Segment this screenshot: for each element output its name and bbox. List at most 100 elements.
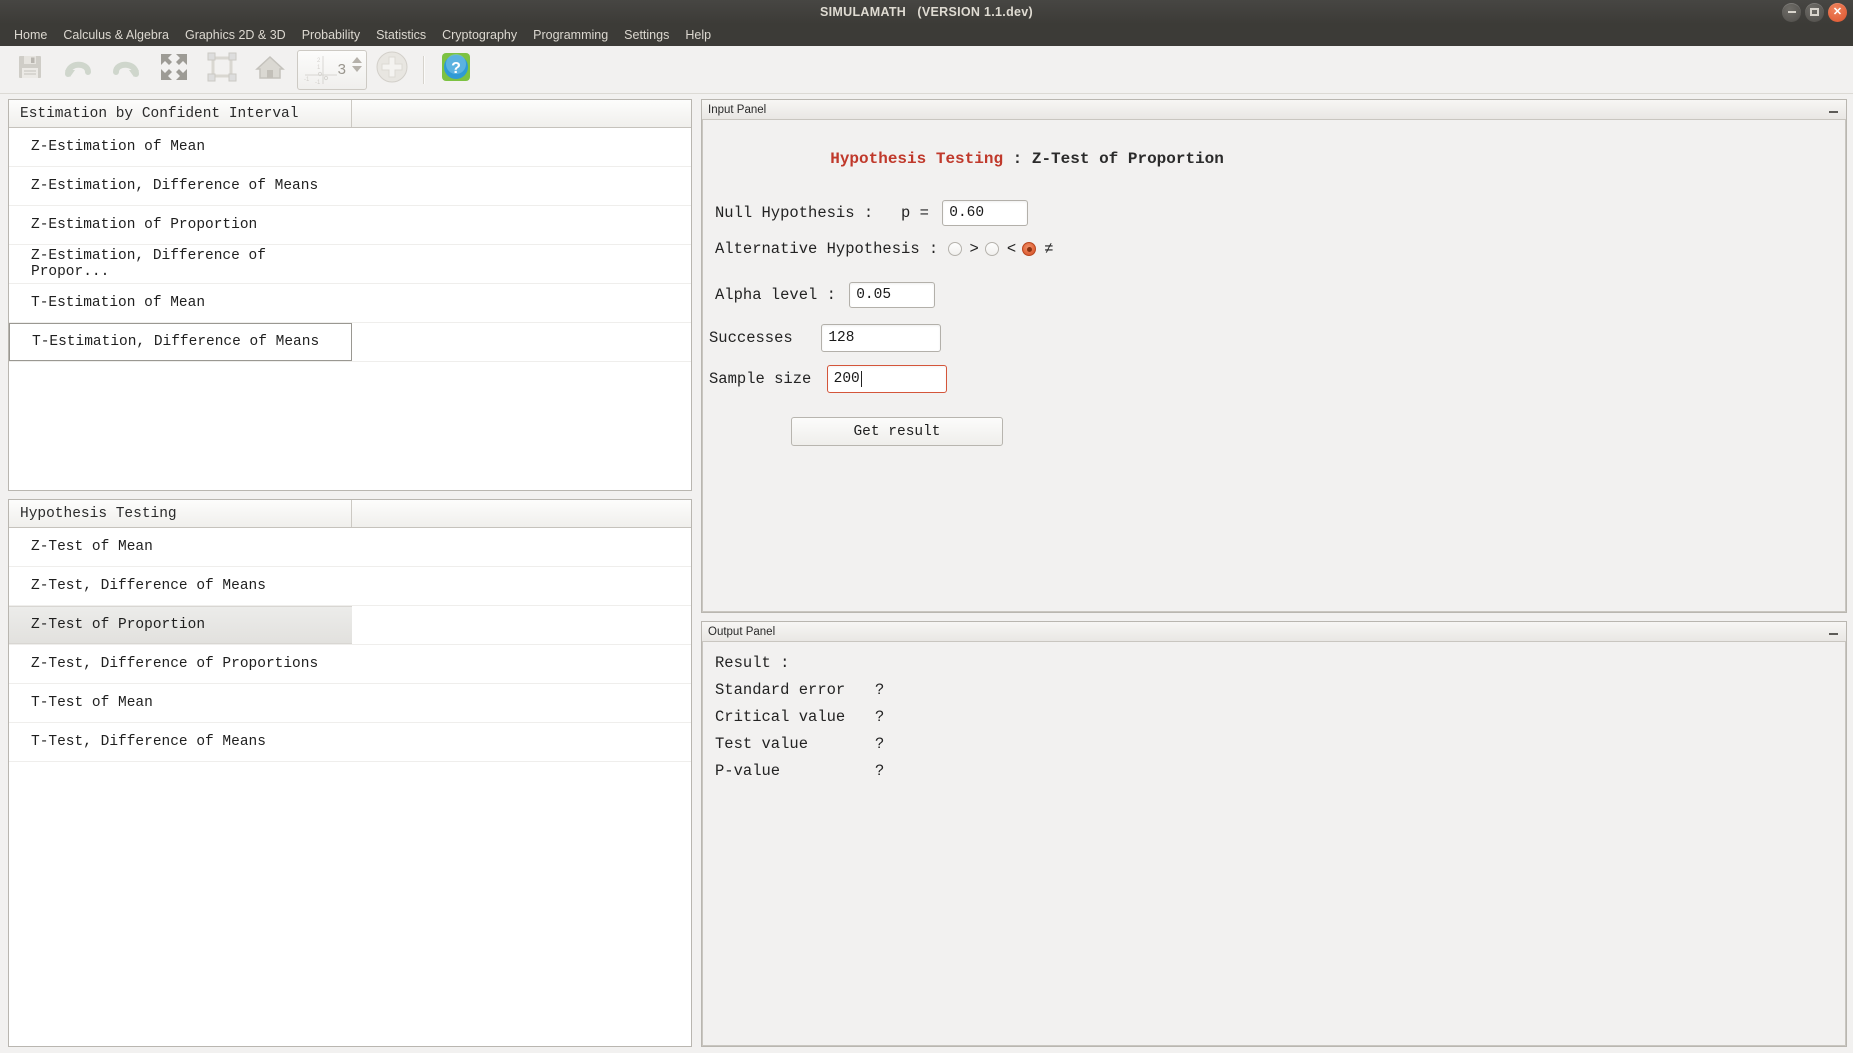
alternative-hypothesis-row: Alternative Hypothesis : > < ≠ xyxy=(703,240,1845,258)
sample-size-value: 200 xyxy=(833,371,860,387)
spinner-value: 3 xyxy=(337,61,346,78)
null-hypothesis-label: Null Hypothesis : p = xyxy=(715,204,939,222)
list-item[interactable]: T-Estimation, Difference of Means xyxy=(9,323,691,362)
input-panel-float-button[interactable] xyxy=(1827,103,1840,116)
hypothesis-item-3: Z-Test, Difference of Proportions xyxy=(31,656,319,672)
maximize-button[interactable] xyxy=(1805,2,1824,22)
alpha-level-label: Alpha level : xyxy=(715,286,846,304)
menu-item-probability[interactable]: Probability xyxy=(294,26,368,44)
alternative-symbol-notequal: ≠ xyxy=(1044,240,1054,258)
left-column: Estimation by Confident Interval Z-Estim… xyxy=(8,99,692,1047)
home-icon xyxy=(255,53,285,86)
home-view-button[interactable] xyxy=(247,49,293,91)
test-value-value: ? xyxy=(875,735,885,753)
estimation-item-4: T-Estimation of Mean xyxy=(31,295,206,311)
spinner-arrows[interactable] xyxy=(352,56,362,72)
minimize-button[interactable] xyxy=(1782,2,1801,22)
hypothesis-list-header: Hypothesis Testing xyxy=(9,500,691,528)
output-panel-titlebar: Output Panel xyxy=(702,622,1846,642)
close-button[interactable]: ✕ xyxy=(1828,2,1847,22)
alpha-level-row: Alpha level : 0.05 xyxy=(703,282,1845,308)
expand-button[interactable] xyxy=(151,49,197,91)
alternative-hypothesis-label: Alternative Hypothesis : xyxy=(715,240,948,258)
menu-item-home[interactable]: Home xyxy=(6,26,55,44)
alternative-radio-notequal[interactable] xyxy=(1022,242,1037,256)
input-panel-heading: Hypothesis Testing : Z-Test of Proportio… xyxy=(703,120,1845,186)
undo-button[interactable] xyxy=(55,49,101,91)
list-item[interactable]: T-Test of Mean xyxy=(9,684,691,723)
menu-item-cryptography[interactable]: Cryptography xyxy=(434,26,525,44)
menu-item-graphics[interactable]: Graphics 2D & 3D xyxy=(177,26,294,44)
input-panel-body: Hypothesis Testing : Z-Test of Proportio… xyxy=(702,120,1846,612)
estimation-item-1: Z-Estimation, Difference of Means xyxy=(31,178,319,194)
list-item[interactable]: Z-Estimation, Difference of Means xyxy=(9,167,691,206)
estimation-item-2: Z-Estimation of Proportion xyxy=(31,217,258,233)
redo-button[interactable] xyxy=(103,49,149,91)
sample-size-input[interactable]: 200 xyxy=(826,365,947,393)
application-window: SIMULAMATH (VERSION 1.1.dev) ✕ Home Calc… xyxy=(0,0,1853,1053)
input-panel-title: Input Panel xyxy=(708,103,767,116)
output-row: P-value ? xyxy=(703,762,1845,780)
list-item[interactable]: Z-Estimation of Proportion xyxy=(9,206,691,245)
help-button[interactable]: ? xyxy=(433,49,479,91)
title-bar: SIMULAMATH (VERSION 1.1.dev) ✕ xyxy=(0,0,1853,24)
menu-item-settings[interactable]: Settings xyxy=(616,26,677,44)
save-button[interactable] xyxy=(7,49,53,91)
add-icon xyxy=(375,50,409,89)
estimation-header-label: Estimation by Confident Interval xyxy=(9,100,352,127)
result-label: Result : xyxy=(715,654,790,672)
get-result-button[interactable]: Get result xyxy=(791,417,1003,446)
list-item[interactable]: Z-Test, Difference of Proportions xyxy=(9,645,691,684)
fit-selection-icon xyxy=(207,52,237,87)
hypothesis-item-4: T-Test of Mean xyxy=(31,695,153,711)
successes-label: Successes xyxy=(709,329,812,347)
add-button[interactable] xyxy=(369,49,415,91)
list-item[interactable]: Z-Test, Difference of Means xyxy=(9,567,691,606)
null-hypothesis-row: Null Hypothesis : p = 0.60 xyxy=(703,200,1845,226)
save-icon xyxy=(16,53,44,86)
alternative-radio-greater[interactable] xyxy=(947,242,962,256)
expand-icon xyxy=(159,52,189,87)
output-row: Standard error ? xyxy=(703,681,1845,699)
svg-text:2: 2 xyxy=(317,58,321,64)
input-panel-heading-rest: : Z-Test of Proportion xyxy=(1003,150,1224,168)
critical-value-value: ? xyxy=(875,708,885,726)
estimation-list: Estimation by Confident Interval Z-Estim… xyxy=(8,99,692,491)
svg-text:1: 1 xyxy=(317,65,321,71)
output-panel-body: Result : Standard error ? Critical value… xyxy=(702,642,1846,1046)
sample-size-label: Sample size xyxy=(709,370,821,388)
menu-item-programming[interactable]: Programming xyxy=(525,26,616,44)
output-panel-float-button[interactable] xyxy=(1827,625,1840,638)
list-item[interactable]: Z-Estimation of Mean xyxy=(9,128,691,167)
list-item[interactable]: T-Estimation of Mean xyxy=(9,284,691,323)
list-item[interactable]: Z-Test of Mean xyxy=(9,528,691,567)
p-value-value: ? xyxy=(875,762,885,780)
input-panel-heading-red: Hypothesis Testing xyxy=(830,150,1004,168)
precision-spinner[interactable]: 2 1 -1 -1 3 xyxy=(297,49,367,90)
menu-item-calculus[interactable]: Calculus & Algebra xyxy=(55,26,177,44)
window-title: SIMULAMATH (VERSION 1.1.dev) xyxy=(820,5,1033,19)
hypothesis-header-spacer xyxy=(352,500,691,527)
result-heading: Result : xyxy=(703,654,1845,672)
sample-size-row: Sample size 200 xyxy=(703,365,1845,393)
estimation-list-body: Z-Estimation of Mean Z-Estimation, Diffe… xyxy=(9,128,691,490)
output-panel-title: Output Panel xyxy=(708,625,776,638)
list-item[interactable]: Z-Estimation, Difference of Propor... xyxy=(9,245,691,284)
right-column: Input Panel Hypothesis Testing : Z-Test … xyxy=(701,99,1847,1047)
estimation-header-spacer xyxy=(352,100,691,127)
null-hypothesis-input[interactable]: 0.60 xyxy=(942,200,1029,226)
alpha-level-input[interactable]: 0.05 xyxy=(849,282,936,308)
list-item[interactable]: Z-Test of Proportion xyxy=(9,606,691,645)
menu-item-statistics[interactable]: Statistics xyxy=(368,26,434,44)
svg-text:?: ? xyxy=(451,60,461,77)
successes-input[interactable]: 128 xyxy=(821,324,942,352)
hypothesis-list-body: Z-Test of Mean Z-Test, Difference of Mea… xyxy=(9,528,691,1046)
main-content: Estimation by Confident Interval Z-Estim… xyxy=(0,94,1853,1053)
estimation-item-3: Z-Estimation, Difference of Propor... xyxy=(31,248,266,280)
toolbar: 2 1 -1 -1 3 ? xyxy=(0,46,1853,94)
list-item[interactable]: T-Test, Difference of Means xyxy=(9,723,691,762)
menu-item-help[interactable]: Help xyxy=(677,26,719,44)
hypothesis-item-0: Z-Test of Mean xyxy=(31,539,153,555)
fit-selection-button[interactable] xyxy=(199,49,245,91)
alternative-radio-less[interactable] xyxy=(984,242,999,256)
